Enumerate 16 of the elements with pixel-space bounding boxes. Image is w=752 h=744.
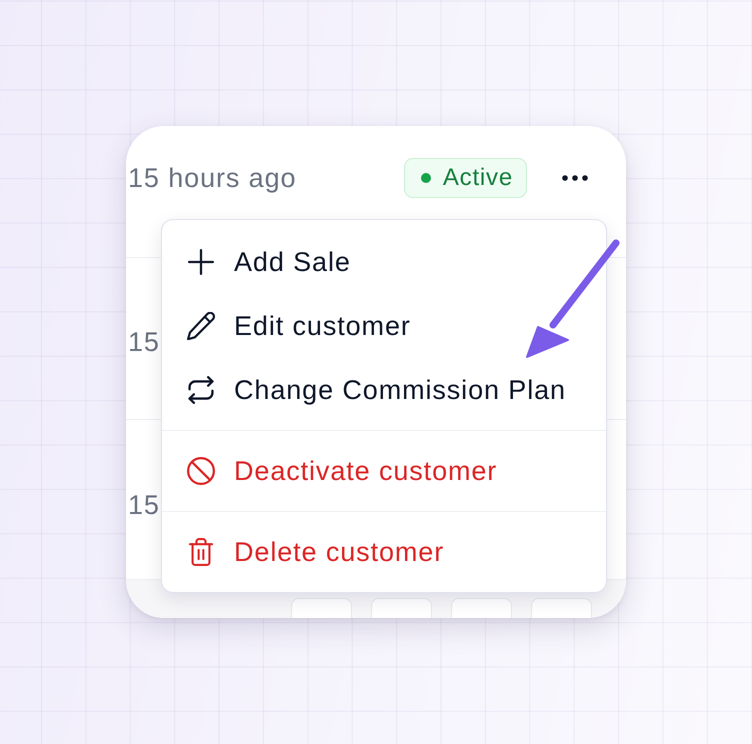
time-text: 15 hours ago (128, 162, 298, 194)
cycle-arrows-icon (187, 376, 215, 404)
menu-item[interactable]: Change Commission Plan (162, 358, 606, 422)
time-text: 15 (128, 326, 160, 358)
status-dot-icon (420, 172, 431, 182)
menu-item[interactable]: Deactivate customer (162, 439, 606, 503)
pencil-icon (187, 312, 215, 340)
plus-icon (187, 248, 215, 276)
status-label: Active (442, 164, 513, 192)
menu-item[interactable]: Edit customer (162, 294, 606, 358)
menu-item[interactable]: Add Sale (162, 230, 606, 294)
menu-item[interactable]: Delete customer (162, 520, 606, 584)
time-text: 15 (128, 488, 160, 520)
prohibited-icon (187, 457, 215, 485)
more-icon[interactable] (562, 174, 588, 180)
trash-icon (187, 538, 215, 566)
